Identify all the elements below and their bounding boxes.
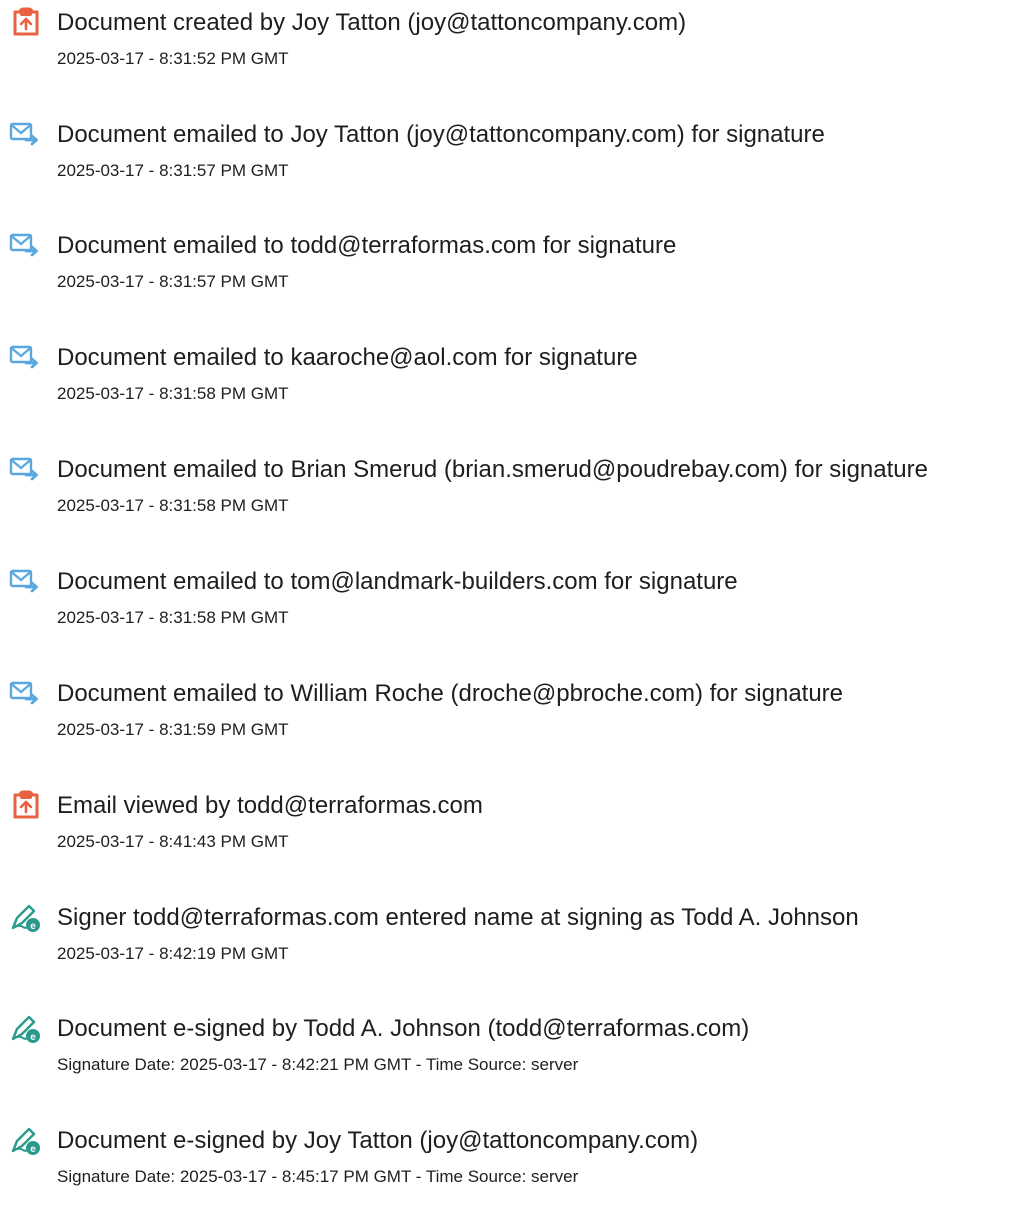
email-sent-icon: [8, 565, 44, 599]
e-sign-pen-icon: e: [8, 901, 44, 935]
email-sent-icon: [8, 118, 44, 152]
event-title: Document e-signed by Joy Tatton (joy@tat…: [57, 1127, 699, 1154]
email-sent-icon: [8, 229, 44, 263]
event-title: Document emailed to Brian Smerud (brian.…: [57, 456, 928, 483]
audit-event: Document created by Joy Tatton (joy@tatt…: [0, 6, 1028, 106]
audit-event: Document emailed to kaaroche@aol.com for…: [0, 341, 1028, 441]
svg-text:e: e: [30, 1144, 36, 1155]
event-timestamp: 2025-03-17 - 8:42:19 PM GMT: [57, 944, 289, 963]
audit-event: Document emailed to Brian Smerud (brian.…: [0, 453, 1028, 553]
audit-event: e Document e-signed by Joy Tatton (joy@t…: [0, 1124, 1028, 1224]
audit-event: Document emailed to todd@terraformas.com…: [0, 229, 1028, 329]
event-title: Document emailed to Joy Tatton (joy@tatt…: [57, 121, 825, 148]
audit-event: Document emailed to Joy Tatton (joy@tatt…: [0, 118, 1028, 218]
document-created-icon: [8, 6, 44, 40]
event-title: Email viewed by todd@terraformas.com: [57, 792, 483, 819]
event-timestamp: 2025-03-17 - 8:31:57 PM GMT: [57, 161, 289, 180]
event-signature-date: Signature Date: 2025-03-17 - 8:42:21 PM …: [57, 1055, 579, 1074]
event-timestamp: 2025-03-17 - 8:31:58 PM GMT: [57, 384, 289, 403]
email-sent-icon: [8, 677, 44, 711]
event-title: Document emailed to todd@terraformas.com…: [57, 232, 677, 259]
audit-event: e Document e-signed by Todd A. Johnson (…: [0, 1012, 1028, 1112]
svg-text:e: e: [30, 921, 36, 932]
event-title: Document created by Joy Tatton (joy@tatt…: [57, 9, 687, 36]
document-created-icon: [8, 789, 44, 823]
email-sent-icon: [8, 341, 44, 375]
event-title: Document emailed to William Roche (droch…: [57, 680, 844, 707]
e-sign-pen-icon: e: [8, 1012, 44, 1046]
email-sent-icon: [8, 453, 44, 487]
event-timestamp: 2025-03-17 - 8:31:52 PM GMT: [57, 49, 289, 68]
audit-event: Document emailed to William Roche (droch…: [0, 677, 1028, 777]
event-title: Document e-signed by Todd A. Johnson (to…: [57, 1015, 750, 1042]
audit-event: Email viewed by todd@terraformas.com 202…: [0, 789, 1028, 889]
event-timestamp: 2025-03-17 - 8:31:58 PM GMT: [57, 496, 289, 515]
event-title: Signer todd@terraformas.com entered name…: [57, 904, 859, 931]
event-timestamp: 2025-03-17 - 8:31:57 PM GMT: [57, 272, 289, 291]
audit-event: e Signer todd@terraformas.com entered na…: [0, 901, 1028, 1001]
audit-event: Document emailed to tom@landmark-builder…: [0, 565, 1028, 665]
svg-text:e: e: [30, 1032, 36, 1043]
event-timestamp: 2025-03-17 - 8:31:59 PM GMT: [57, 720, 289, 739]
event-timestamp: 2025-03-17 - 8:41:43 PM GMT: [57, 832, 289, 851]
event-title: Document emailed to tom@landmark-builder…: [57, 568, 738, 595]
event-timestamp: 2025-03-17 - 8:31:58 PM GMT: [57, 608, 289, 627]
e-sign-pen-icon: e: [8, 1124, 44, 1158]
event-title: Document emailed to kaaroche@aol.com for…: [57, 344, 638, 371]
event-signature-date: Signature Date: 2025-03-17 - 8:45:17 PM …: [57, 1167, 579, 1186]
